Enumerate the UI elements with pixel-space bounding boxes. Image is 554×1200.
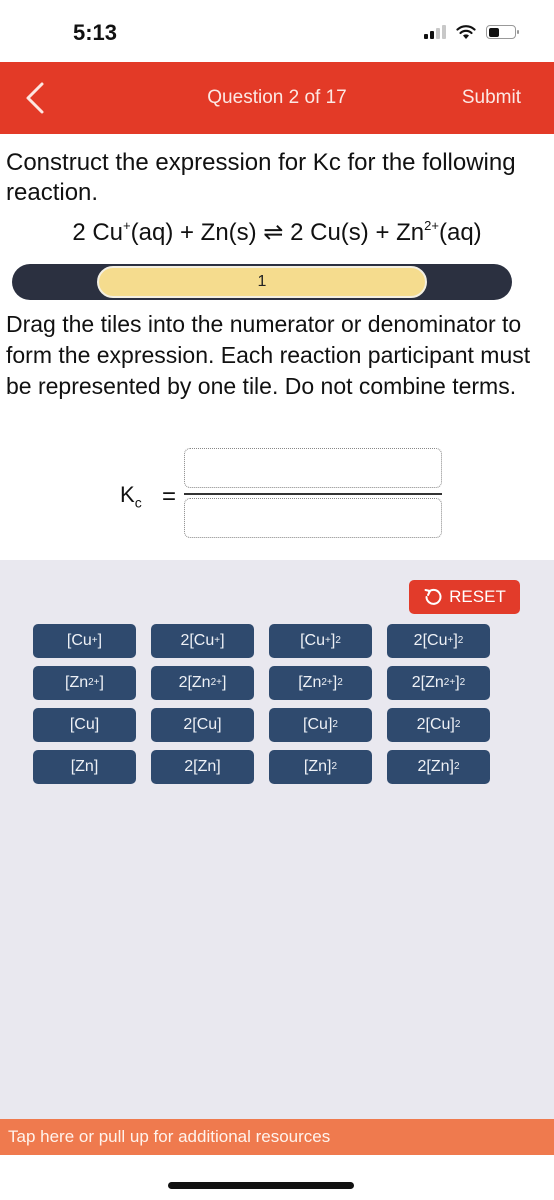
reset-button[interactable]: RESET <box>409 580 520 614</box>
equation-part: Cu <box>92 219 124 246</box>
fraction-bar <box>184 493 442 495</box>
status-time: 5:13 <box>73 20 118 45</box>
home-indicator[interactable] <box>168 1182 354 1189</box>
equation-part: 2 <box>72 219 93 246</box>
additional-resources-bar[interactable]: Tap here or pull up for additional resou… <box>0 1119 554 1155</box>
concentration-tile[interactable]: [Cu] <box>33 708 136 742</box>
tile-grid: [Cu +] 2[Cu +] [Cu +] 2 2[Cu +] 2 [Zn 2+] 2[Zn 2+] [Zn… <box>33 624 520 784</box>
header-bar: Question 2 of 17 Submit <box>0 62 554 134</box>
concentration-tile[interactable]: 2[Cu +] 2 <box>387 624 490 658</box>
slider-thumb[interactable]: 1 <box>97 266 427 298</box>
tile-text: ] <box>221 674 227 691</box>
tile-text: [Cu <box>300 632 326 649</box>
concentration-tile[interactable]: [Zn] <box>33 750 136 784</box>
wifi-icon <box>456 25 476 39</box>
numerator-drop-zone[interactable] <box>184 448 442 488</box>
tile-text: ] <box>220 632 225 649</box>
undo-icon <box>424 588 442 605</box>
concentration-tile[interactable]: 2[Zn] 2 <box>387 750 490 784</box>
tile-text: 2[Zn <box>417 758 450 775</box>
equation-part: 2 Cu(s) + Zn <box>283 219 425 246</box>
tile-text: ] <box>455 674 460 691</box>
status-icons <box>424 24 519 40</box>
tile-text: 2[Zn <box>184 758 217 775</box>
submit-button[interactable]: Submit <box>462 87 521 109</box>
tile-text: 2[Cu <box>416 716 451 733</box>
charge-superscript: 2+ <box>424 218 439 233</box>
kc-label: Kc <box>120 482 142 510</box>
question-prompt: Construct the expression for Kc for the … <box>6 149 516 206</box>
tile-text: [Cu <box>69 716 95 733</box>
concentration-tile[interactable]: 2[Zn 2+] <box>151 666 254 700</box>
tile-text: 2[Zn <box>178 674 211 691</box>
concentration-tile[interactable]: [Cu +] <box>33 624 136 658</box>
concentration-tile[interactable]: 2[Cu] 2 <box>387 708 490 742</box>
tile-text: ] <box>327 758 332 775</box>
tile-text: [Zn <box>70 758 94 775</box>
tile-text: 2[Cu <box>413 632 448 649</box>
concentration-tile[interactable]: [Zn] 2 <box>269 750 372 784</box>
concentration-tile[interactable]: [Zn 2+] <box>33 666 136 700</box>
concentration-tile[interactable]: [Zn 2+] 2 <box>269 666 372 700</box>
tile-text: ] <box>99 674 104 691</box>
concentration-tile[interactable]: 2[Cu +] <box>151 624 254 658</box>
equals-sign: = <box>162 483 177 510</box>
concentration-tile[interactable]: 2[Zn 2+] 2 <box>387 666 490 700</box>
tile-text: [Zn <box>65 674 89 691</box>
reset-label: RESET <box>449 587 506 606</box>
equation-part: (aq) <box>438 219 482 246</box>
tile-text: [Cu <box>303 716 328 733</box>
charge-superscript: + <box>123 218 131 233</box>
kc-subscript: c <box>134 494 142 511</box>
tile-text: [Cu <box>66 632 92 649</box>
concentration-tile[interactable]: 2[Cu] <box>151 708 254 742</box>
tile-text: 2[Cu <box>180 632 215 649</box>
tile-text: ] <box>93 758 99 775</box>
tile-text: ] <box>216 758 221 775</box>
battery-icon <box>486 25 519 39</box>
concentration-tile[interactable]: [Cu] 2 <box>269 708 372 742</box>
concentration-tile[interactable]: [Cu +] 2 <box>269 624 372 658</box>
concentration-tile[interactable]: 2[Zn] <box>151 750 254 784</box>
kc-symbol: K <box>120 482 135 507</box>
tile-text: 2[Cu <box>183 716 218 733</box>
status-bar: 5:13 <box>0 0 554 62</box>
tile-text: ] <box>97 632 103 649</box>
tile-text: 2[Zn <box>411 674 444 691</box>
denominator-drop-zone[interactable] <box>184 498 442 538</box>
instructions-text: Drag the tiles into the numerator or den… <box>6 311 531 399</box>
tile-text: ] <box>217 716 222 733</box>
equation-part: (aq) + Zn(s) <box>130 219 264 246</box>
cellular-signal-icon <box>424 25 446 39</box>
tile-text: ] <box>94 716 100 733</box>
tile-text: [Zn <box>303 758 328 775</box>
equilibrium-arrow-icon: ⇌ <box>263 219 284 246</box>
tile-text: [Zn <box>298 674 322 691</box>
reaction-equation: 2 Cu+(aq) + Zn(s) ⇌ 2 Cu(s) + Zn2+(aq) <box>0 218 554 247</box>
